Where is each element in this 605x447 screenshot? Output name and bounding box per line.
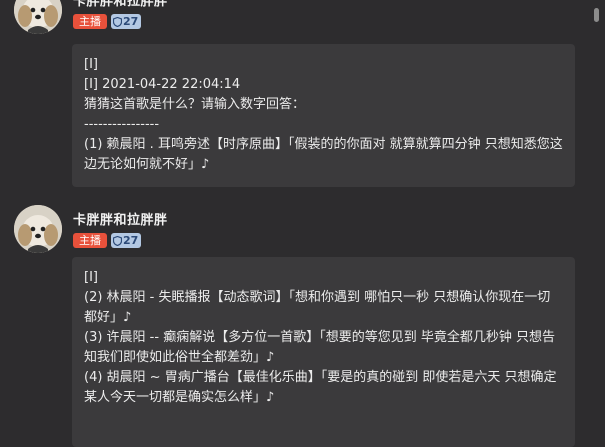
badge-row: 主播 27 <box>73 14 142 29</box>
avatar[interactable] <box>14 205 62 253</box>
message-line: [I] <box>84 57 98 72</box>
username[interactable]: 卡胖胖和拉胖胖 <box>73 209 168 228</box>
host-badge: 主播 <box>73 14 107 29</box>
message-line: (1) 赖晨阳 . 耳鸣旁述【时序原曲】「假装的的你面对 就算就算四分钟 只想知… <box>84 137 563 172</box>
message-line: 猜猜这首歌是什么？请输入数字回答： <box>84 97 306 112</box>
level-number: 27 <box>123 15 139 28</box>
message-line: [I] 2021-04-22 22:04:14 <box>84 77 241 92</box>
message-line: ---------------- <box>84 117 160 132</box>
shield-icon <box>113 235 122 246</box>
message-line: (4) 胡晨阳 ~ 胃病广播台【最佳化乐曲】「要是的真的碰到 即使若是六天 只想… <box>84 370 557 405</box>
scrollbar-thumb[interactable] <box>594 8 599 22</box>
scrollbar[interactable] <box>591 0 603 446</box>
level-badge: 27 <box>111 233 142 248</box>
message-line: (3) 许晨阳 -- 癫痫解说【多方位一首歌】「想要的等您见到 毕竟全都几秒钟 … <box>84 330 555 365</box>
message-line: (2) 林晨阳 - 失眠播报【动态歌词】「想和你遇到 哪怕只一秒 只想确认你现在… <box>84 290 551 325</box>
shield-icon <box>113 16 122 27</box>
message-line: [I] <box>84 270 98 285</box>
badge-row: 主播 27 <box>73 233 142 248</box>
avatar[interactable] <box>14 0 62 34</box>
host-badge: 主播 <box>73 233 107 248</box>
level-badge: 27 <box>111 14 142 29</box>
username[interactable]: 卡胖胖和拉胖胖 <box>73 0 168 9</box>
level-number: 27 <box>123 234 139 247</box>
message-bubble: [I] (2) 林晨阳 - 失眠播报【动态歌词】「想和你遇到 哪怕只一秒 只想确… <box>72 257 575 447</box>
message-bubble: [I] [I] 2021-04-22 22:04:14 猜猜这首歌是什么？请输入… <box>72 44 575 187</box>
